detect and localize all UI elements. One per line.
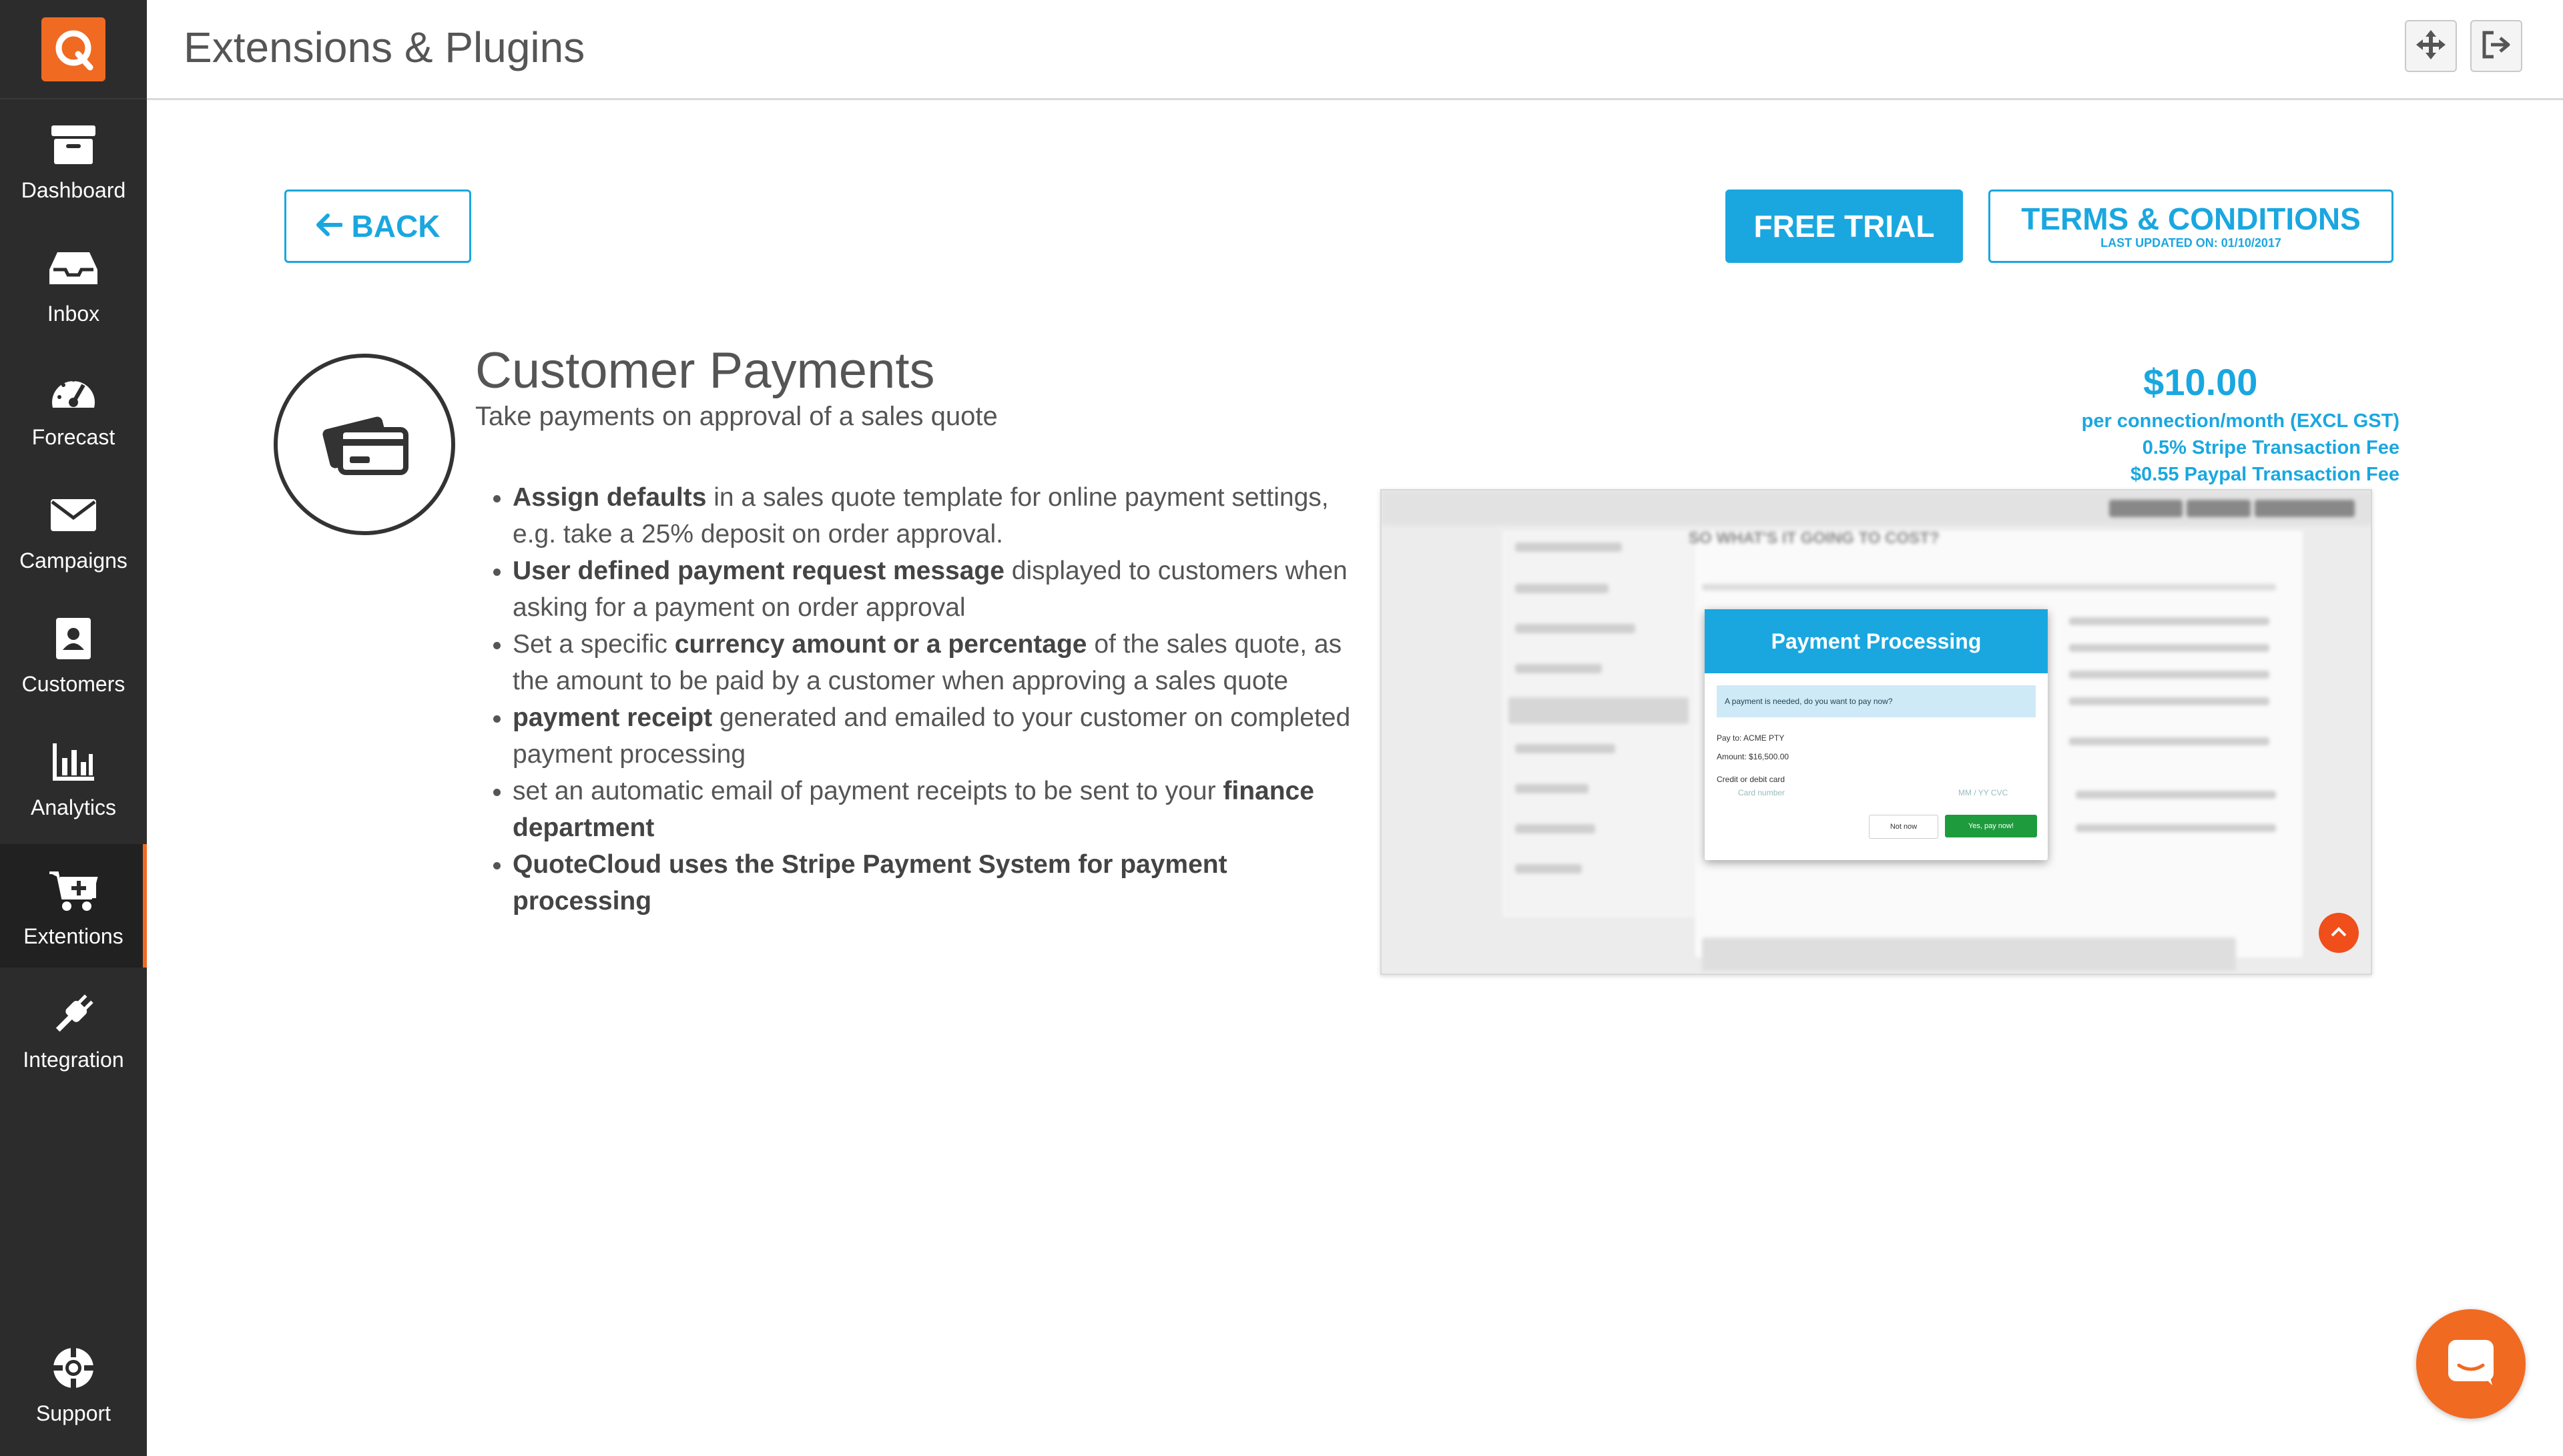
feature-item: QuoteCloud uses the Stripe Payment Syste… <box>513 846 1363 920</box>
feature-list: Assign defaults in a sales quote templat… <box>475 479 1363 920</box>
gauge-icon <box>45 364 101 420</box>
back-button[interactable]: BACK <box>284 190 471 263</box>
sidebar-item-label: Campaigns <box>19 549 127 573</box>
card-number-placeholder: Card number <box>1738 788 1785 797</box>
contact-card-icon <box>45 611 101 667</box>
extension-subtitle: Take payments on approval of a sales quo… <box>475 402 998 431</box>
inbox-icon <box>45 240 101 296</box>
chevron-up-icon <box>2330 926 2347 941</box>
paypal-fee: $0.55 Paypal Transaction Fee <box>2130 464 2399 485</box>
sidebar-item-support[interactable]: Support <box>0 1321 147 1445</box>
sidebar-item-label: Integration <box>23 1048 124 1072</box>
sidebar-item-label: Analytics <box>30 795 117 819</box>
extension-icon-circle <box>274 354 455 535</box>
extension-preview-image: SO WHAT'S IT GOING TO COST? Payment Proc… <box>1380 489 2372 975</box>
move-arrows-icon <box>2415 29 2447 64</box>
card-label: Credit or debit card <box>1717 775 1785 784</box>
credit-cards-icon <box>319 410 410 480</box>
price-block: $10.00 per connection/month (EXCL GST) 0… <box>2082 357 2399 488</box>
quotecloud-logo-icon <box>41 17 105 81</box>
terms-conditions-button[interactable]: TERMS & CONDITIONS LAST UPDATED ON: 01/1… <box>1988 190 2393 263</box>
terms-label: TERMS & CONDITIONS <box>2021 202 2361 236</box>
page-header: Extensions & Plugins <box>147 0 2563 100</box>
not-now-button: Not now <box>1869 815 1938 839</box>
preview-heading: SO WHAT'S IT GOING TO COST? <box>1689 529 1940 547</box>
free-trial-button[interactable]: FREE TRIAL <box>1725 190 1963 263</box>
sidebar-item-label: Inbox <box>47 302 100 326</box>
extension-title: Customer Payments <box>475 342 935 399</box>
sidebar-item-forecast[interactable]: Forecast <box>0 345 147 468</box>
sidebar-item-label: Dashboard <box>21 178 126 202</box>
cart-plus-icon <box>45 863 101 919</box>
archive-icon <box>45 117 101 173</box>
app-logo[interactable] <box>0 0 147 99</box>
sidebar-item-label: Support <box>35 1401 111 1425</box>
sidebar-item-customers[interactable]: Customers <box>0 592 147 715</box>
sidebar-item-label: Extentions <box>23 924 123 948</box>
scroll-top-button <box>2319 913 2359 953</box>
sidebar-item-label: Forecast <box>31 425 115 449</box>
logout-button[interactable] <box>2470 20 2522 72</box>
sidebar-item-analytics[interactable]: Analytics <box>0 715 147 839</box>
feature-item: payment receipt generated and emailed to… <box>513 699 1363 773</box>
feature-item: set an automatic email of payment receip… <box>513 773 1363 846</box>
back-button-label: BACK <box>351 209 441 244</box>
amount: Amount: $16,500.00 <box>1717 752 1789 761</box>
plug-icon <box>45 986 101 1042</box>
feature-item: User defined payment request message dis… <box>513 553 1363 626</box>
payment-modal: Payment Processing A payment is needed, … <box>1705 609 2048 860</box>
pay-to: Pay to: ACME PTY <box>1717 733 1785 743</box>
yes-pay-button: Yes, pay now! <box>1945 815 2037 837</box>
stripe-fee: 0.5% Stripe Transaction Fee <box>2142 437 2399 458</box>
feature-item: Set a specific currency amount or a perc… <box>513 626 1363 699</box>
move-button[interactable] <box>2405 20 2457 72</box>
arrow-left-icon <box>316 208 343 244</box>
sidebar-item-label: Customers <box>21 672 125 696</box>
sidebar-item-extentions[interactable]: Extentions <box>0 844 147 968</box>
sidebar: Dashboard Inbox Forecast Campaigns Custo… <box>0 0 147 1456</box>
chat-launcher-button[interactable] <box>2416 1309 2526 1419</box>
payment-alert: A payment is needed, do you want to pay … <box>1717 685 2036 717</box>
sidebar-item-integration[interactable]: Integration <box>0 968 147 1091</box>
payment-modal-title: Payment Processing <box>1705 609 2048 673</box>
sign-out-icon <box>2480 29 2512 64</box>
card-expiry-placeholder: MM / YY CVC <box>1958 788 2008 797</box>
terms-updated-label: LAST UPDATED ON: 01/10/2017 <box>2100 236 2281 250</box>
envelope-icon <box>45 487 101 543</box>
price-period: per connection/month (EXCL GST) <box>2081 410 2399 432</box>
bar-chart-icon <box>45 734 101 790</box>
sidebar-item-inbox[interactable]: Inbox <box>0 222 147 345</box>
price: $10.00 <box>2143 361 2258 403</box>
chat-bubble-icon <box>2446 1337 2496 1391</box>
sidebar-item-campaigns[interactable]: Campaigns <box>0 468 147 592</box>
feature-item: Assign defaults in a sales quote templat… <box>513 479 1363 553</box>
lifebuoy-icon <box>45 1340 101 1396</box>
page-title: Extensions & Plugins <box>184 23 585 71</box>
sidebar-item-dashboard[interactable]: Dashboard <box>0 98 147 222</box>
